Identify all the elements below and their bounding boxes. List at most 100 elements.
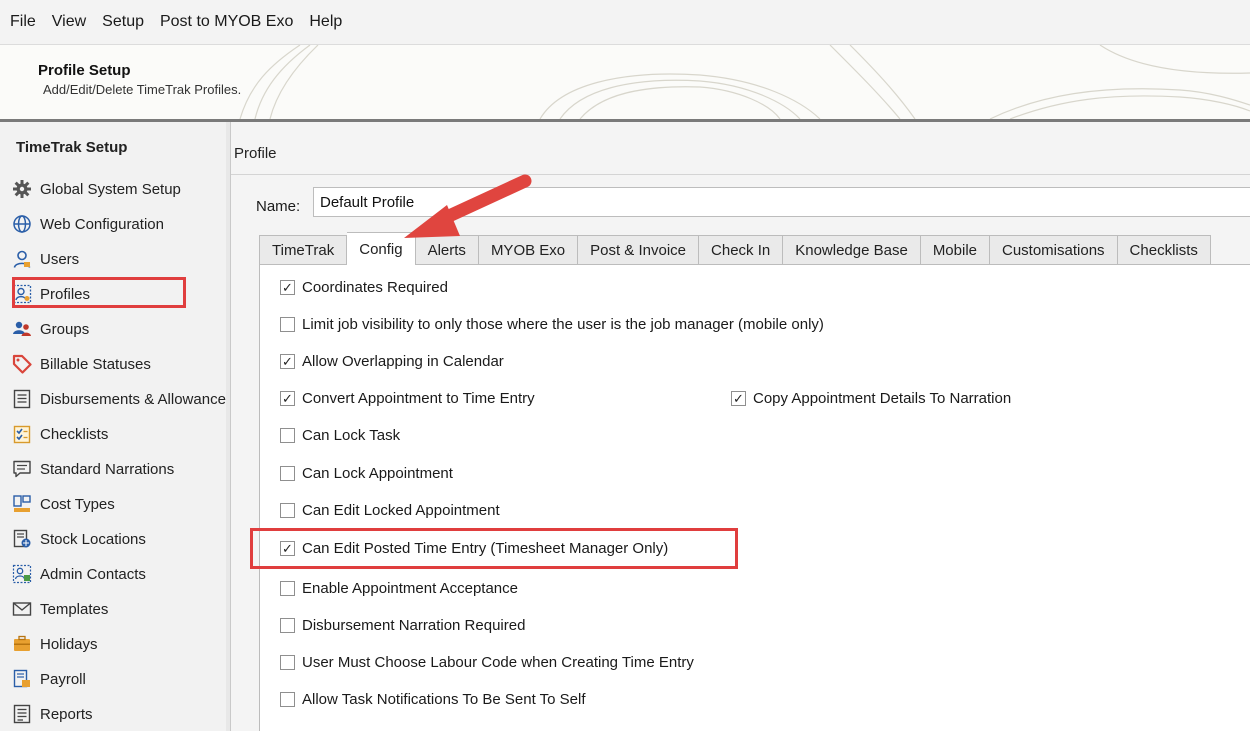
page-header: Profile Setup Add/Edit/Delete TimeTrak P… [0, 45, 1250, 122]
menu-help[interactable]: Help [301, 13, 350, 31]
checkbox[interactable] [280, 466, 295, 481]
stock-location-icon [10, 527, 34, 551]
option-label: Coordinates Required [302, 279, 448, 296]
checkbox[interactable] [280, 503, 295, 518]
group-icon [10, 317, 34, 341]
page-title: Profile Setup [38, 62, 131, 79]
sidebar-item-web-configuration[interactable]: Web Configuration [10, 209, 226, 239]
tab-config[interactable]: Config [347, 232, 416, 265]
option-can-lock-task[interactable]: Can Lock Task [280, 427, 400, 444]
option-label: Allow Task Notifications To Be Sent To S… [302, 691, 586, 708]
option-can-edit-posted-time-entry[interactable]: ✓ Can Edit Posted Time Entry (Timesheet … [280, 540, 668, 557]
checkbox[interactable] [280, 317, 295, 332]
checkbox[interactable]: ✓ [280, 391, 295, 406]
option-label: Enable Appointment Acceptance [302, 580, 518, 597]
tab-customisations[interactable]: Customisations [990, 235, 1118, 265]
option-label: User Must Choose Labour Code when Creati… [302, 654, 694, 671]
tab-alerts[interactable]: Alerts [415, 235, 479, 265]
sidebar-item-disbursements-allowances[interactable]: Disbursements & Allowances [10, 384, 227, 414]
profile-icon [10, 282, 34, 306]
sidebar-item-admin-contacts[interactable]: Admin Contacts [10, 559, 226, 589]
sidebar-item-label: Groups [40, 320, 90, 338]
sidebar: TimeTrak Setup Global System Setup Web C… [0, 122, 227, 731]
option-label: Can Lock Appointment [302, 465, 453, 482]
menu-post-to-myob-exo[interactable]: Post to MYOB Exo [152, 13, 301, 31]
sidebar-item-checklists[interactable]: Checklists [10, 419, 226, 449]
sidebar-item-payroll[interactable]: Payroll [10, 664, 226, 694]
option-label: Can Lock Task [302, 427, 401, 444]
profile-name-input[interactable] [313, 187, 1250, 217]
option-limit-job-visibility[interactable]: Limit job visibility to only those where… [280, 316, 824, 333]
sidebar-item-stock-locations[interactable]: Stock Locations [10, 524, 226, 554]
sidebar-item-templates[interactable]: Templates [10, 594, 226, 624]
option-convert-appointment[interactable]: ✓ Convert Appointment to Time Entry [280, 390, 535, 407]
main-panel: Profile Name: TimeTrak Config Alerts MYO… [231, 122, 1250, 731]
checkbox[interactable]: ✓ [731, 391, 746, 406]
checkbox[interactable]: ✓ [280, 541, 295, 556]
menu-view[interactable]: View [44, 13, 94, 31]
sidebar-item-holidays[interactable]: Holidays [10, 629, 226, 659]
option-can-lock-appointment[interactable]: Can Lock Appointment [280, 465, 453, 482]
tab-check-in[interactable]: Check In [699, 235, 784, 265]
sidebar-item-cost-types[interactable]: Cost Types [10, 489, 226, 519]
checkbox[interactable] [280, 428, 295, 443]
option-disbursement-narration-required[interactable]: Disbursement Narration Required [280, 617, 525, 634]
checkbox[interactable] [280, 655, 295, 670]
report-icon [10, 702, 34, 726]
sidebar-item-label: Web Configuration [40, 215, 164, 233]
checkbox[interactable]: ✓ [280, 354, 295, 369]
option-allow-overlapping[interactable]: ✓ Allow Overlapping in Calendar [280, 353, 504, 370]
option-coordinates-required[interactable]: ✓ Coordinates Required [280, 279, 448, 296]
sidebar-item-users[interactable]: Users [10, 244, 226, 274]
sidebar-item-label: Cost Types [40, 495, 115, 513]
sidebar-item-billable-statuses[interactable]: Billable Statuses [10, 349, 226, 379]
option-label: Disbursement Narration Required [302, 617, 526, 634]
sidebar-item-label: Stock Locations [40, 530, 146, 548]
sidebar-item-label: Disbursements & Allowances [40, 390, 227, 408]
sidebar-item-reports[interactable]: Reports [10, 699, 226, 729]
admin-contacts-icon [10, 562, 34, 586]
profile-panel: Name: TimeTrak Config Alerts MYOB Exo Po… [231, 174, 1250, 731]
sidebar-item-standard-narrations[interactable]: Standard Narrations [10, 454, 226, 484]
option-can-edit-locked-appointment[interactable]: Can Edit Locked Appointment [280, 502, 500, 519]
name-label: Name: [256, 198, 301, 215]
option-must-choose-labour-code[interactable]: User Must Choose Labour Code when Creati… [280, 654, 694, 671]
payroll-icon [10, 667, 34, 691]
holiday-icon [10, 632, 34, 656]
tab-post-invoice[interactable]: Post & Invoice [578, 235, 700, 265]
sidebar-item-label: Checklists [40, 425, 109, 443]
option-label: Can Edit Locked Appointment [302, 502, 500, 519]
checkbox[interactable]: ✓ [280, 280, 295, 295]
sidebar-item-label: Templates [40, 600, 109, 618]
checkbox[interactable] [280, 618, 295, 633]
tab-checklists[interactable]: Checklists [1117, 235, 1211, 265]
menu-file[interactable]: File [0, 13, 44, 31]
tag-icon [10, 352, 34, 376]
tab-knowledge-base[interactable]: Knowledge Base [783, 235, 921, 265]
checkbox[interactable] [280, 692, 295, 707]
gear-icon [10, 177, 34, 201]
option-copy-appointment-details[interactable]: ✓ Copy Appointment Details To Narration [731, 390, 1011, 407]
option-label: Can Edit Posted Time Entry (Timesheet Ma… [302, 540, 669, 557]
sidebar-item-profiles[interactable]: Profiles [10, 279, 226, 309]
option-label: Limit job visibility to only those where… [302, 316, 824, 333]
menu-setup[interactable]: Setup [94, 13, 152, 31]
user-icon [10, 247, 34, 271]
page-subtitle: Add/Edit/Delete TimeTrak Profiles. [43, 82, 242, 97]
sidebar-item-global-system-setup[interactable]: Global System Setup [10, 174, 226, 204]
option-enable-appointment-acceptance[interactable]: Enable Appointment Acceptance [280, 580, 518, 597]
config-tab-content: ✓ Coordinates Required Limit job visibil… [250, 264, 1250, 731]
tab-timetrak[interactable]: TimeTrak [259, 235, 348, 265]
sidebar-item-label: Billable Statuses [40, 355, 151, 373]
tab-myob-exo[interactable]: MYOB Exo [478, 235, 579, 265]
sidebar-item-groups[interactable]: Groups [10, 314, 226, 344]
section-title: Profile [234, 145, 277, 162]
option-label: Copy Appointment Details To Narration [753, 390, 1012, 407]
option-label: Convert Appointment to Time Entry [302, 390, 535, 407]
sidebar-item-label: Profiles [40, 285, 91, 303]
narration-icon [10, 457, 34, 481]
checkbox[interactable] [280, 581, 295, 596]
sidebar-item-label: Global System Setup [40, 180, 181, 198]
option-task-notifications-to-self[interactable]: Allow Task Notifications To Be Sent To S… [280, 691, 585, 708]
tab-mobile[interactable]: Mobile [920, 235, 990, 265]
